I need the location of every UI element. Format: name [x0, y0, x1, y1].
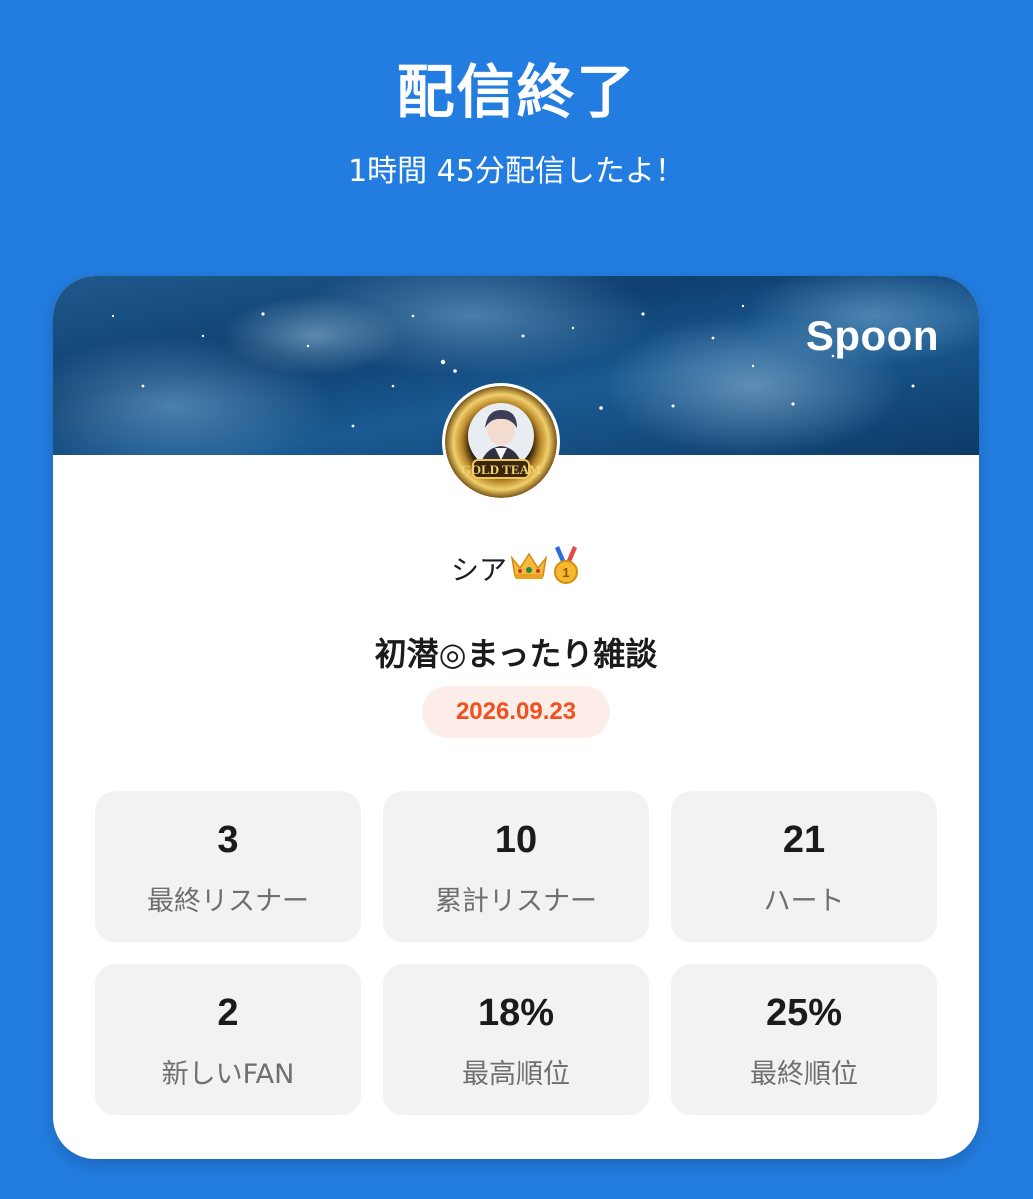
stat-final-listeners: 3 最終リスナー [95, 791, 361, 942]
page-title: 配信終了 [396, 58, 637, 126]
stat-label: ハート [763, 886, 845, 917]
stat-total-listeners: 10 累計リスナー [383, 791, 649, 942]
stat-label: 最終リスナー [147, 886, 309, 917]
stream-summary-card: Spoon GOLD TEAM シア 1 初潜◎まったり雑談 2026.09.2… [53, 276, 979, 1159]
stat-value: 2 [217, 992, 239, 1034]
username: シア [450, 553, 507, 587]
stat-value: 10 [494, 819, 538, 861]
stat-new-fans: 2 新しいFAN [95, 964, 361, 1115]
stat-value: 21 [782, 819, 826, 861]
svg-text:1: 1 [562, 565, 569, 580]
avatar-team-label: GOLD TEAM [461, 462, 541, 477]
stream-date-badge: 2026.09.23 [422, 686, 610, 738]
avatar[interactable]: GOLD TEAM [442, 383, 560, 501]
username-row: シア 1 [53, 546, 979, 597]
stat-final-rank: 25% 最終順位 [671, 964, 937, 1115]
stream-duration-text: 1時間 45分配信したよ！ [348, 154, 685, 189]
stat-label: 累計リスナー [435, 886, 597, 917]
stat-value: 18% [477, 992, 555, 1034]
stat-label: 最高順位 [462, 1059, 570, 1090]
stat-value: 25% [765, 992, 843, 1034]
stat-value: 3 [217, 819, 239, 861]
spoon-logo: Spoon [805, 312, 939, 359]
stream-title: 初潜◎まったり雑談 [374, 635, 658, 673]
crown-icon [509, 550, 549, 593]
stat-hearts: 21 ハート [671, 791, 937, 942]
gold-medal-icon: 1 [551, 546, 581, 597]
stat-label: 新しいFAN [161, 1059, 295, 1090]
avatar-image: GOLD TEAM [445, 386, 557, 498]
stat-label: 最終順位 [750, 1059, 858, 1090]
stat-highest-rank: 18% 最高順位 [383, 964, 649, 1115]
